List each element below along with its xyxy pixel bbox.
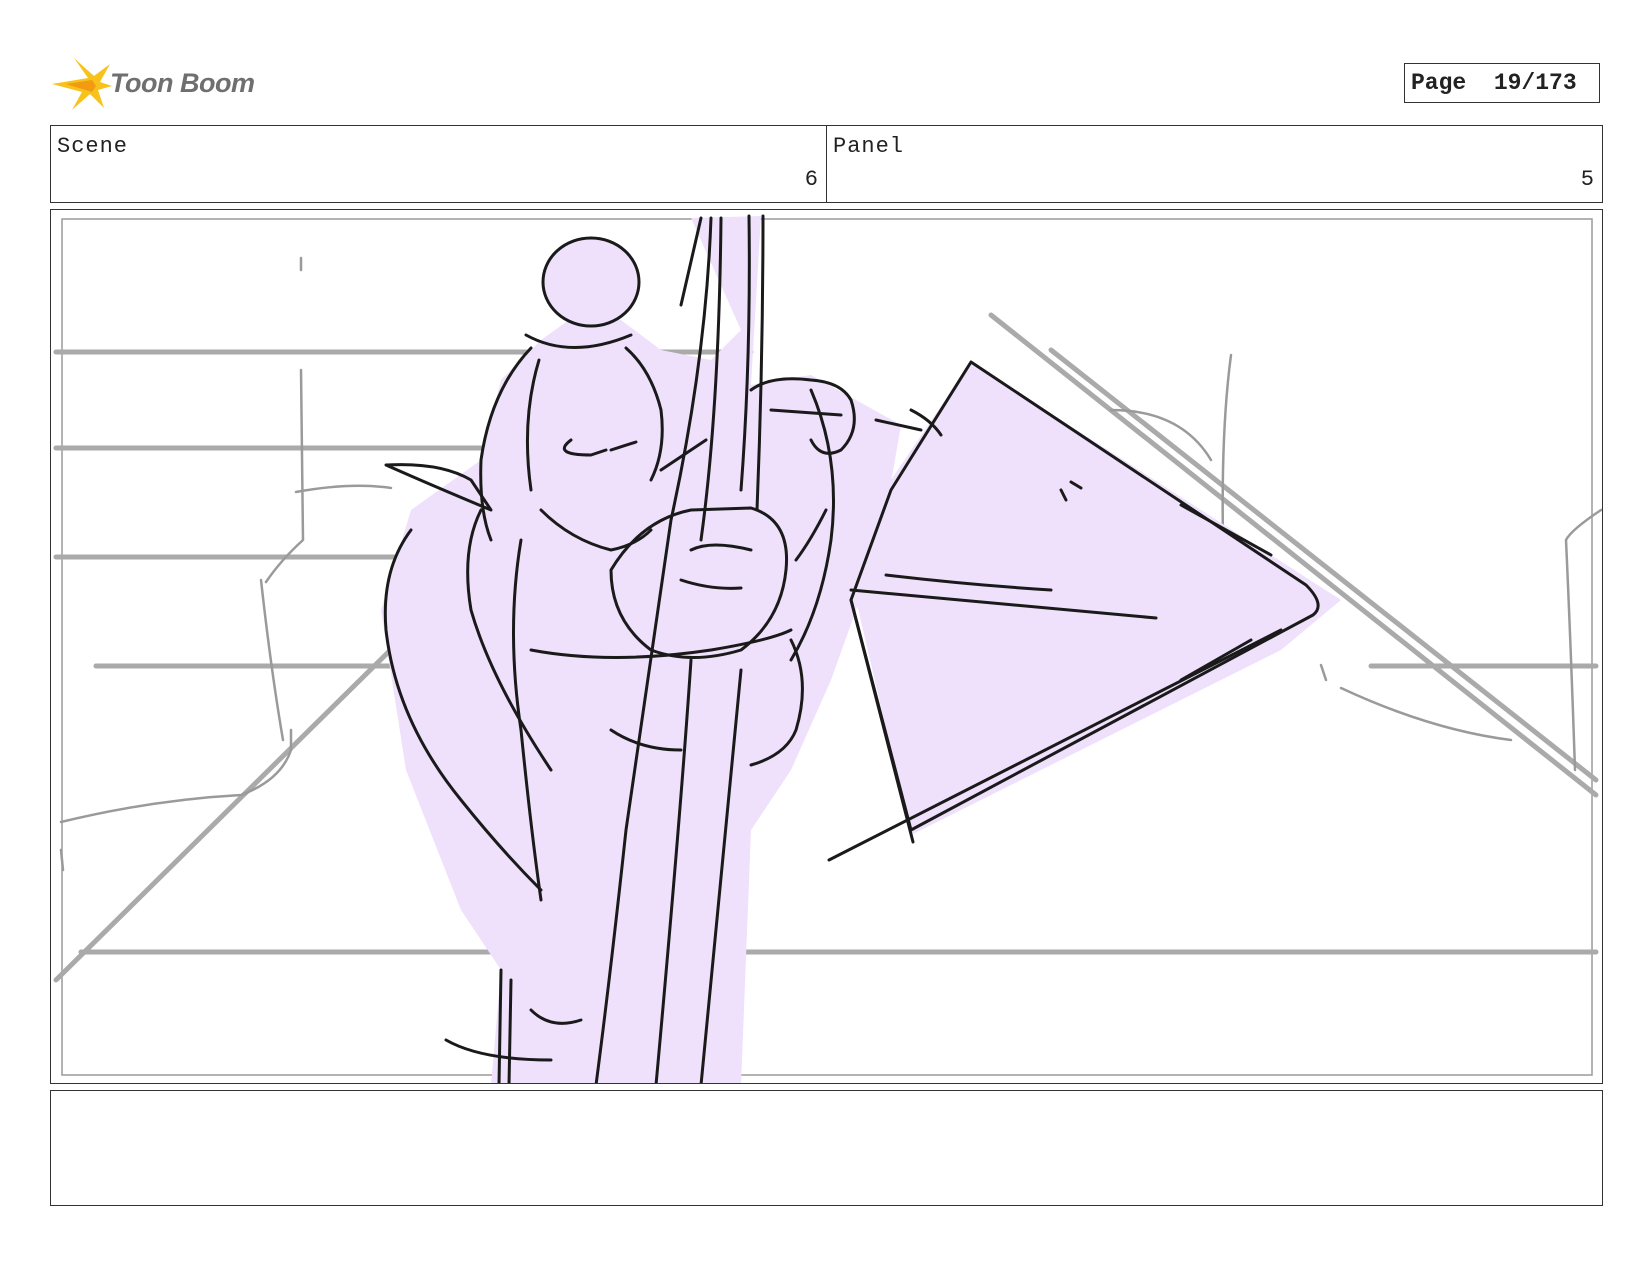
page-indicator: Page 19/173 [1404,63,1600,103]
scene-value: 6 [804,167,818,192]
scene-cell: Scene 6 [51,126,826,202]
panel-value: 5 [1580,167,1594,192]
page-label: Page [1411,70,1467,96]
panel-sketch [53,214,1602,1083]
page-number: 19/173 [1493,70,1577,96]
toon-boom-logo: Toon Boom [52,56,262,112]
logo-text: Toon Boom [110,68,255,98]
panel-label: Panel [833,134,905,159]
panel-cell: Panel 5 [826,126,1602,202]
scene-panel-row: Scene 6 Panel 5 [50,125,1603,203]
storyboard-panel [50,209,1603,1084]
starburst-icon [52,58,112,110]
panel-notes-box [50,1090,1603,1206]
scene-label: Scene [57,134,129,159]
